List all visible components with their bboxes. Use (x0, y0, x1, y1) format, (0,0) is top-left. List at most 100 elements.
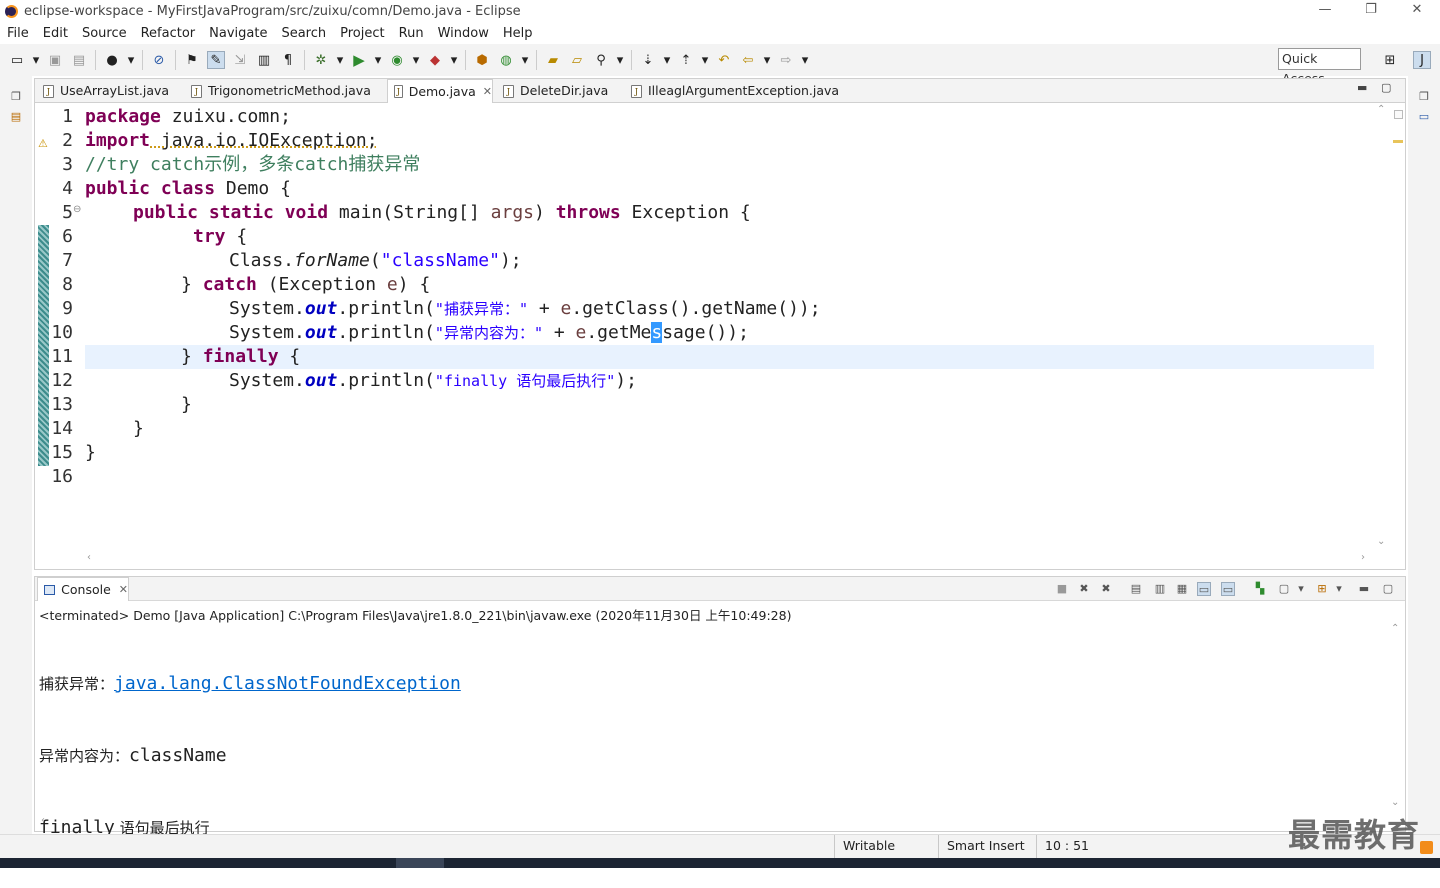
vertical-scrollbar[interactable]: ⌃ ⌄ (1375, 104, 1389, 552)
remove-launch-icon[interactable]: ✖ (1077, 582, 1091, 596)
menu-run[interactable]: Run (392, 26, 431, 41)
last-edit-location-icon[interactable]: ↶ (715, 51, 733, 69)
close-icon[interactable]: ✕ (1394, 0, 1440, 22)
tab-close-icon[interactable]: ✕ (119, 578, 128, 602)
open-folder-icon[interactable]: ▰ (544, 51, 562, 69)
block-selection-icon[interactable]: ▥ (255, 51, 273, 69)
dropdown-icon[interactable]: ▾ (701, 51, 709, 69)
status-cursor-position[interactable]: 10 : 51 (1036, 835, 1126, 859)
menu-navigate[interactable]: Navigate (202, 26, 274, 41)
skip-breakpoints-icon[interactable]: ⊘ (150, 51, 168, 69)
dropdown-icon[interactable]: ▾ (616, 51, 624, 69)
dropdown-icon[interactable]: ▾ (763, 51, 771, 69)
scroll-lock-icon[interactable]: ▥ (1153, 582, 1167, 596)
scroll-left-icon[interactable]: ‹ (87, 552, 91, 563)
minimize-icon[interactable]: ▬ (1357, 81, 1367, 94)
new-class-icon[interactable]: ◍ (497, 51, 515, 69)
tab-usearraylist[interactable]: J UseArrayList.java (37, 79, 185, 103)
open-type-icon[interactable]: ⚑ (183, 51, 201, 69)
maximize-icon[interactable]: ❐ (1348, 0, 1394, 22)
dropdown-icon[interactable]: ▾ (1335, 582, 1343, 596)
forward-icon[interactable]: ⇨ (777, 51, 795, 69)
show-whitespace-icon[interactable]: ¶ (279, 51, 297, 69)
scroll-right-icon[interactable]: › (1361, 552, 1365, 563)
pin-console-icon[interactable]: ▚ (1253, 582, 1267, 596)
menu-source[interactable]: Source (75, 26, 134, 41)
menu-window[interactable]: Window (431, 26, 496, 41)
word-wrap-icon[interactable]: ▦ (1175, 582, 1189, 596)
coverage-icon[interactable]: ◉ (388, 51, 406, 69)
tab-console[interactable]: Console ✕ (37, 577, 129, 601)
menu-edit[interactable]: Edit (36, 26, 75, 41)
profile-icon[interactable]: ● (103, 51, 121, 69)
scroll-down-icon[interactable]: ⌄ (1391, 797, 1399, 808)
warning-icon[interactable]: ⚠ (38, 137, 48, 150)
maximize-icon[interactable]: ▢ (1381, 81, 1391, 94)
quick-access-input[interactable]: Quick Access (1278, 48, 1361, 86)
console-horizontal-scrollbar[interactable]: ‹ (39, 815, 1389, 829)
horizontal-scrollbar[interactable]: ‹ › (85, 552, 1375, 566)
new-java-project-icon[interactable]: ⬢ (473, 51, 491, 69)
java-perspective-icon[interactable]: J (1413, 51, 1431, 69)
status-insert-mode[interactable]: Smart Insert (938, 835, 1036, 859)
console-vertical-scrollbar[interactable]: ⌃ ⌄ (1389, 623, 1403, 813)
terminate-icon[interactable]: ■ (1055, 582, 1069, 596)
restore-icon[interactable]: ❐ (1416, 90, 1432, 106)
menu-refactor[interactable]: Refactor (134, 26, 203, 41)
open-resource-icon[interactable]: ▱ (568, 51, 586, 69)
clear-console-icon[interactable]: ▤ (1129, 582, 1143, 596)
show-on-stderr-icon[interactable]: ▭ (1221, 582, 1235, 596)
debug-icon[interactable]: ✲ (312, 51, 330, 69)
save-icon[interactable]: ▣ (46, 51, 64, 69)
maximize-icon[interactable]: ▢ (1381, 582, 1395, 596)
display-console-icon[interactable]: ▢ (1277, 582, 1291, 596)
warning-marker[interactable] (1393, 140, 1403, 143)
open-perspective-icon[interactable]: ⊞ (1381, 51, 1399, 69)
dropdown-icon[interactable]: ▾ (521, 51, 529, 69)
taskbar-item[interactable] (396, 858, 444, 868)
remove-all-launches-icon[interactable]: ✖ (1099, 582, 1113, 596)
tab-trigonometricmethod[interactable]: J TrigonometricMethod.java (185, 79, 383, 103)
package-explorer-icon[interactable]: ▤ (8, 110, 24, 126)
code-area[interactable]: package zuixu.comn; import java.io.IOExc… (85, 104, 1390, 551)
scroll-left-icon[interactable]: ‹ (41, 815, 45, 826)
dropdown-icon[interactable]: ▾ (450, 51, 458, 69)
scroll-down-icon[interactable]: ⌄ (1377, 536, 1385, 547)
tab-illeaglargumentexception[interactable]: J IlleaglArgumentException.java (625, 79, 855, 103)
dropdown-icon[interactable]: ▾ (412, 51, 420, 69)
outline-icon[interactable]: ▭ (1416, 110, 1432, 126)
next-edit-icon[interactable]: ⇣ (639, 51, 657, 69)
next-annotation-icon[interactable]: ⇲ (231, 51, 249, 69)
dropdown-icon[interactable]: ▾ (801, 51, 809, 69)
fold-icon[interactable]: ⊖ (73, 204, 81, 215)
tab-close-icon[interactable]: ✕ (483, 80, 492, 104)
exception-link[interactable]: java.lang.ClassNotFoundException (114, 673, 461, 694)
minimize-icon[interactable]: ▬ (1357, 582, 1371, 596)
dropdown-icon[interactable]: ▾ (32, 51, 40, 69)
toggle-mark-occurrences-icon[interactable]: ✎ (207, 51, 225, 69)
tab-deletedir[interactable]: J DeleteDir.java (497, 79, 625, 103)
tab-demo[interactable]: J Demo.java ✕ (387, 79, 493, 103)
prev-edit-icon[interactable]: ⇡ (677, 51, 695, 69)
dropdown-icon[interactable]: ▾ (336, 51, 344, 69)
run-icon[interactable]: ▶ (350, 51, 368, 69)
menu-project[interactable]: Project (333, 26, 391, 41)
restore-icon[interactable]: ❐ (8, 90, 24, 106)
dropdown-icon[interactable]: ▾ (1297, 582, 1305, 596)
dropdown-icon[interactable]: ▾ (127, 51, 135, 69)
rss-icon[interactable] (1420, 841, 1433, 854)
search-icon[interactable]: ⚲ (592, 51, 610, 69)
save-all-icon[interactable]: ▤ (70, 51, 88, 69)
menu-search[interactable]: Search (274, 26, 333, 41)
menu-file[interactable]: File (0, 26, 36, 41)
external-tools-icon[interactable]: ◆ (426, 51, 444, 69)
minimize-icon[interactable]: — (1302, 0, 1348, 22)
show-on-stdout-icon[interactable]: ▭ (1197, 582, 1211, 596)
menu-help[interactable]: Help (496, 26, 540, 41)
new-icon[interactable]: ▭ (8, 51, 26, 69)
scroll-up-icon[interactable]: ⌃ (1391, 623, 1399, 634)
dropdown-icon[interactable]: ▾ (374, 51, 382, 69)
dropdown-icon[interactable]: ▾ (663, 51, 671, 69)
back-icon[interactable]: ⇦ (739, 51, 757, 69)
open-console-icon[interactable]: ⊞ (1315, 582, 1329, 596)
